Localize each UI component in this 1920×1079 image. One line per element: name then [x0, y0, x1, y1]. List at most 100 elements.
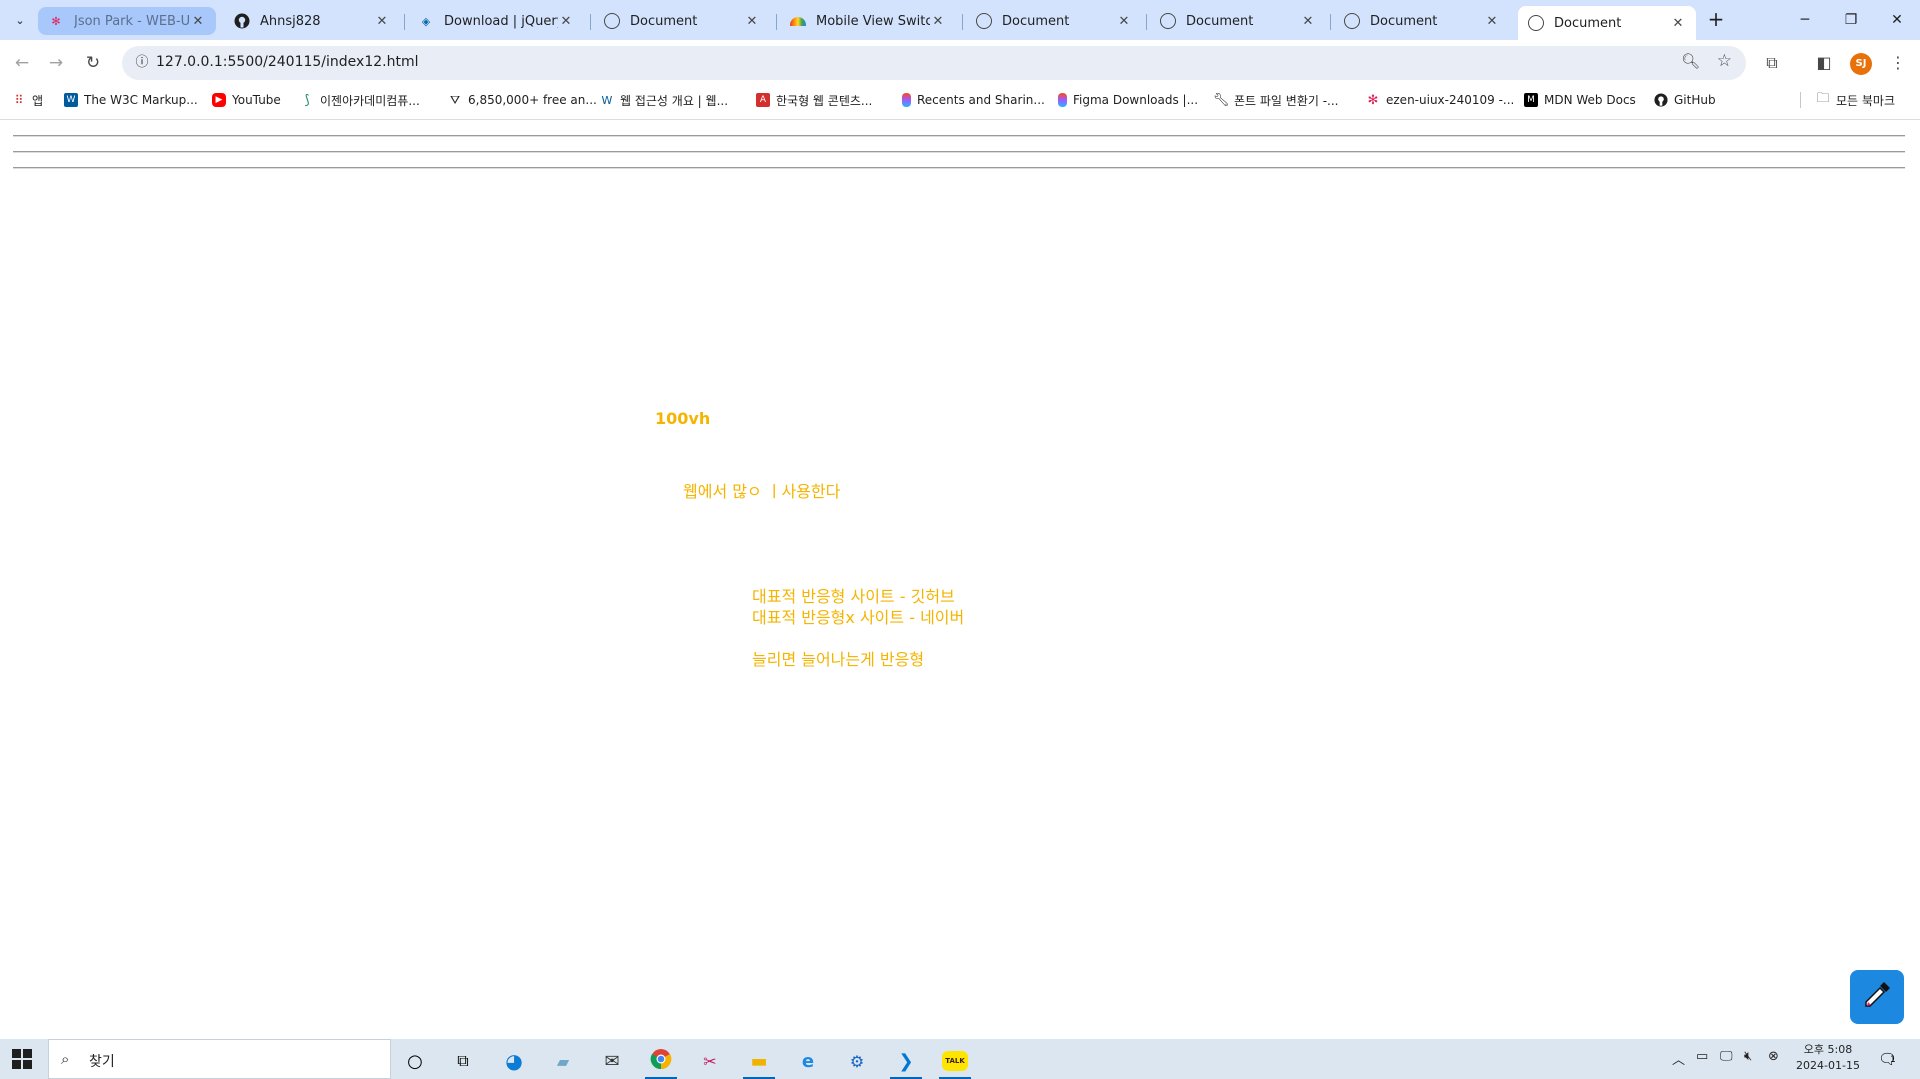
vscode-taskbar-button[interactable]: ❯: [886, 1043, 926, 1079]
task-view-button[interactable]: ⧉: [443, 1043, 483, 1079]
horizontal-rule: [13, 167, 1905, 169]
bookmark-apps[interactable]: ⠿ 앱: [12, 86, 43, 114]
bookmark-kwcag[interactable]: A 한국형 웹 콘텐츠...: [756, 86, 872, 114]
bookmark-free-assets[interactable]: ⛛ 6,850,000+ free an...: [448, 86, 597, 114]
wai-icon: W: [601, 93, 613, 107]
zoom-icon[interactable]: 🔍︎: [1681, 52, 1700, 70]
pen-tool-button[interactable]: [1850, 970, 1904, 1024]
bookmark-figma-downloads[interactable]: Figma Downloads |...: [1058, 86, 1198, 114]
side-panel-icon: ◧: [1816, 53, 1832, 72]
tab-0[interactable]: ✻ Json Park - WEB-UIUX ✕: [38, 7, 216, 35]
tab-title: Document: [1554, 15, 1622, 31]
mail-taskbar-button[interactable]: ✉: [592, 1043, 632, 1079]
github-icon: [234, 13, 250, 29]
close-icon[interactable]: ✕: [1300, 14, 1316, 29]
close-icon[interactable]: ✕: [1484, 14, 1500, 29]
all-bookmarks-folder[interactable]: 🗀 모든 북마크: [1816, 86, 1895, 114]
globe-icon: [604, 13, 620, 29]
text-web-usage: 웹에서 많ㅇ ㅣ사용한다: [683, 482, 841, 501]
restore-icon: ❐: [1844, 12, 1858, 28]
tab-6[interactable]: Document ✕: [1150, 6, 1326, 36]
bookmark-ezen-slack[interactable]: ✻ ezen-uiux-240109 -...: [1366, 86, 1515, 114]
globe-icon: [1160, 13, 1176, 29]
extensions-button[interactable]: ⧉: [1758, 49, 1786, 77]
site-info-icon[interactable]: ⓘ: [130, 51, 154, 75]
bookmark-star-icon[interactable]: ☆: [1717, 51, 1732, 71]
taskbar-search-box[interactable]: ⌕ 찾기: [48, 1039, 391, 1079]
puzzle-icon: ⧉: [1766, 53, 1778, 72]
windows-icon: [12, 1049, 32, 1069]
volume-muted-icon[interactable]: 🔇︎: [1744, 1049, 1752, 1064]
tab-3[interactable]: Document ✕: [594, 6, 770, 36]
forward-button[interactable]: →: [42, 49, 70, 77]
reload-button[interactable]: ↻: [79, 49, 107, 77]
tab-8-active[interactable]: Document ✕: [1518, 6, 1696, 40]
close-icon[interactable]: ✕: [558, 14, 574, 29]
close-icon[interactable]: ✕: [744, 14, 760, 29]
close-icon[interactable]: ✕: [930, 14, 946, 29]
profile-avatar[interactable]: SJ: [1850, 53, 1872, 75]
bookmark-github[interactable]: GitHub: [1654, 86, 1716, 114]
address-bar[interactable]: ⓘ 127.0.0.1:5500/240115/index12.html 🔍︎ …: [122, 46, 1746, 80]
cortana-button[interactable]: ○: [395, 1043, 435, 1079]
figma-icon: [902, 93, 911, 107]
search-icon: ⌕: [61, 1050, 70, 1068]
kakaotalk-taskbar-button[interactable]: TALK: [935, 1043, 975, 1079]
bookmark-label: 앱: [32, 93, 44, 108]
tab-7[interactable]: Document ✕: [1334, 6, 1510, 36]
tray-chevron-up-icon[interactable]: ︿: [1672, 1049, 1685, 1068]
minimize-button[interactable]: ─: [1782, 6, 1828, 34]
bookmark-font-converter[interactable]: 🔧︎ 폰트 파일 변환기 -...: [1213, 86, 1339, 114]
settings-icon: ⚙: [849, 1051, 865, 1071]
reload-icon: ↻: [85, 53, 101, 73]
tab-5[interactable]: Document ✕: [966, 6, 1142, 36]
close-icon[interactable]: ✕: [1116, 14, 1132, 29]
bookmark-label: 한국형 웹 콘텐츠...: [776, 93, 873, 108]
edge-taskbar-button[interactable]: ◕: [494, 1043, 534, 1079]
ie-taskbar-button[interactable]: e: [788, 1043, 828, 1079]
chrome-taskbar-button[interactable]: [641, 1043, 681, 1079]
close-icon[interactable]: ✕: [374, 14, 390, 29]
globe-icon: [1344, 13, 1360, 29]
bookmark-mdn[interactable]: M MDN Web Docs: [1524, 86, 1636, 114]
back-button[interactable]: ←: [8, 49, 36, 77]
notification-count: 1: [1890, 1055, 1896, 1065]
file-explorer-taskbar-button[interactable]: ▬: [739, 1043, 779, 1079]
bookmark-youtube[interactable]: ▶ YouTube: [212, 86, 281, 114]
app-icon: ▰: [556, 1051, 570, 1071]
settings-taskbar-button[interactable]: ⚙: [837, 1043, 877, 1079]
bookmark-wai[interactable]: W 웹 접근성 개요 | 웹...: [600, 86, 728, 114]
notification-center-button[interactable]: 🗨︎ 1: [1878, 1049, 1902, 1069]
snipping-taskbar-button[interactable]: ✂: [690, 1043, 730, 1079]
bookmark-label: MDN Web Docs: [1544, 93, 1636, 107]
bookmark-figma-recents[interactable]: Recents and Sharin...: [902, 86, 1045, 114]
tab-4[interactable]: Mobile View Switcher ✕: [780, 6, 956, 36]
ezen-icon: ⟆: [304, 92, 310, 108]
close-icon: ✕: [1891, 12, 1903, 28]
tab-2[interactable]: ◈ Download | jQuery Mobile ✕: [408, 6, 584, 36]
bookmark-w3c[interactable]: W The W3C Markup...: [64, 86, 198, 114]
meet-now-icon[interactable]: ▭: [1696, 1049, 1708, 1064]
taskbar-clock[interactable]: 오후 5:08 2024-01-15: [1793, 1042, 1863, 1074]
tab-1[interactable]: Ahnsj828 ✕: [224, 6, 400, 36]
menu-button[interactable]: ⋮: [1884, 49, 1912, 77]
tab-title: Document: [630, 13, 698, 29]
close-window-button[interactable]: ✕: [1874, 6, 1920, 34]
close-icon[interactable]: ✕: [190, 14, 206, 29]
url-text[interactable]: 127.0.0.1:5500/240115/index12.html: [156, 54, 418, 70]
side-panel-button[interactable]: ◧: [1810, 49, 1838, 77]
new-tab-button[interactable]: +: [1704, 8, 1728, 32]
bookmark-label: The W3C Markup...: [84, 93, 198, 107]
app-taskbar-button[interactable]: ▰: [543, 1043, 583, 1079]
tab-search-button[interactable]: ⌄: [8, 8, 32, 32]
close-icon[interactable]: ✕: [1670, 16, 1686, 31]
restore-button[interactable]: ❐: [1828, 6, 1874, 34]
network-icon[interactable]: 🖵: [1720, 1049, 1733, 1064]
globe-icon: [976, 13, 992, 29]
status-x-icon[interactable]: ⊗: [1768, 1049, 1779, 1064]
start-button[interactable]: [12, 1049, 32, 1069]
tab-title: Download | jQuery Mobile: [444, 13, 558, 29]
globe-icon: [1528, 15, 1544, 31]
bookmark-label: 모든 북마크: [1836, 93, 1896, 108]
bookmark-ezen[interactable]: ⟆ 이젠아카데미컴퓨...: [300, 86, 419, 114]
